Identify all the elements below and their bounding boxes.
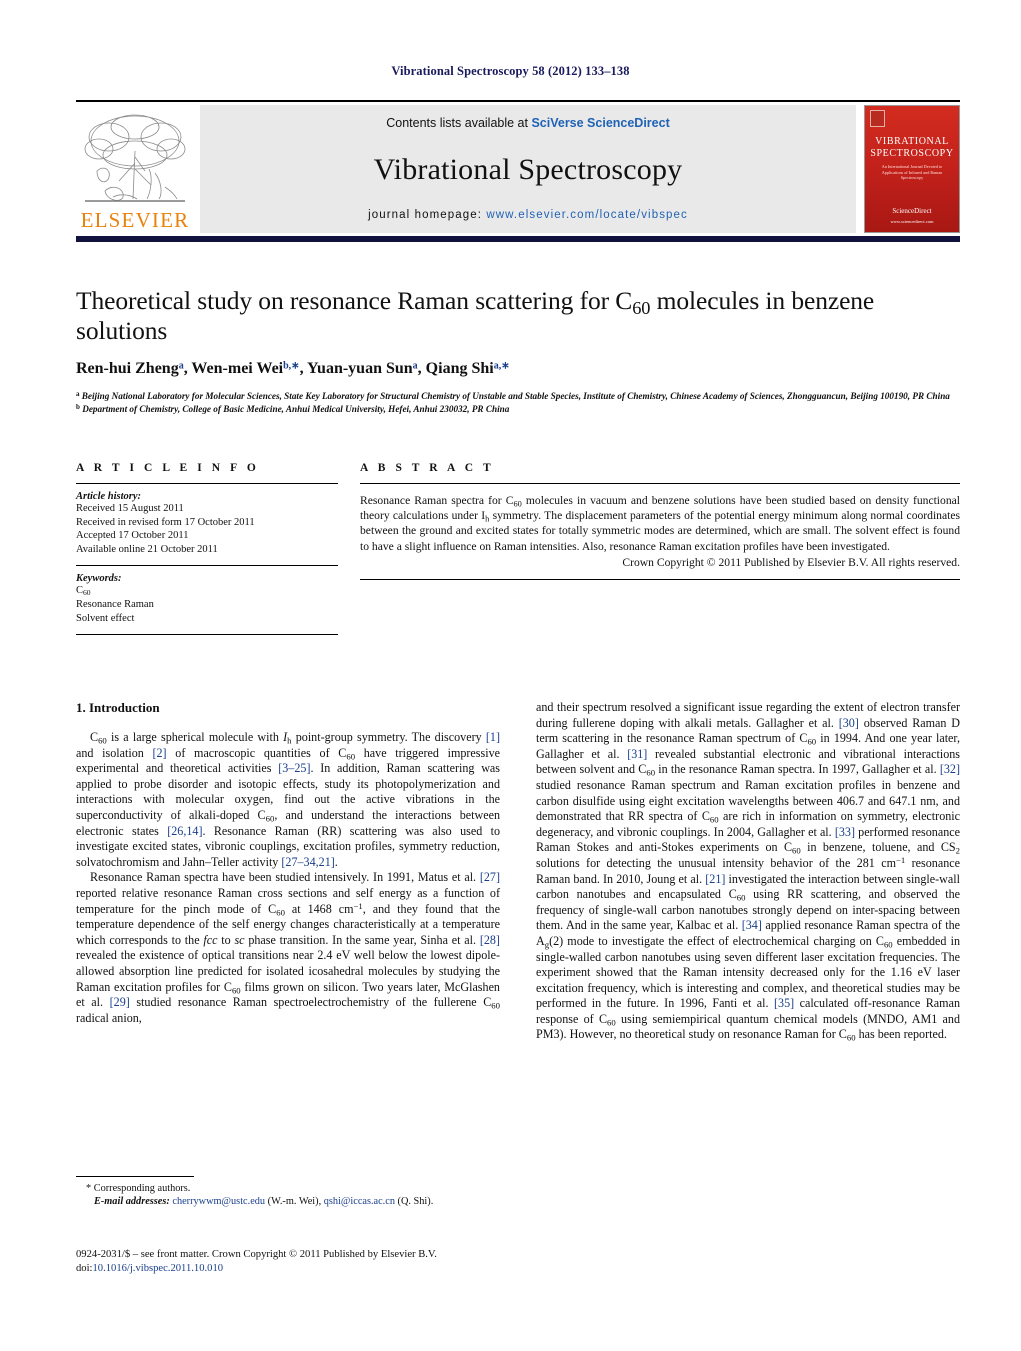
cover-elsevier-mark-icon [870, 110, 885, 127]
keywords-label: Keywords: [76, 573, 122, 585]
corresponding-author-note: * Corresponding authors. [86, 1183, 191, 1194]
affiliation-b: b Department of Chemistry, College of Ba… [76, 402, 510, 414]
body-column-gap [500, 700, 536, 1043]
elsevier-tree-icon [84, 114, 186, 202]
article-page: Vibrational Spectroscopy 58 (2012) 133–1… [0, 0, 1021, 1351]
footnote-rule [76, 1176, 194, 1177]
body-column-left: 1. Introduction C60 is a large spherical… [76, 700, 500, 1043]
cover-subtitle: An International Journal Devoted to Appl… [881, 164, 943, 180]
article-info-heading: A R T I C L E I N F O [76, 462, 260, 474]
keyword-item-1: Resonance Raman [76, 598, 154, 610]
keyword-item-2: Solvent effect [76, 612, 135, 624]
affiliation-a: a Beijing National Laboratory for Molecu… [76, 389, 950, 401]
elsevier-logo: ELSEVIER [76, 105, 194, 233]
email-owner-2: (Q. Shi). [397, 1196, 434, 1208]
imprint-front-matter: 0924-2031/$ – see front matter. Crown Co… [76, 1249, 437, 1260]
affiliation-list: a Beijing National Laboratory for Molecu… [76, 390, 960, 415]
cover-title: VIBRATIONAL SPECTROSCOPY [865, 136, 959, 160]
email-owner-1: (W.-m. Wei) [267, 1196, 319, 1208]
contents-prefix: Contents lists available at [386, 116, 532, 130]
paragraph-intro-2: Resonance Raman spectra have been studie… [76, 870, 500, 1025]
imprint-block: 0924-2031/$ – see front matter. Crown Co… [76, 1248, 676, 1276]
cover-title-line2: SPECTROSCOPY [870, 148, 954, 159]
abstract-heading: A B S T R A C T [360, 462, 495, 474]
article-info-rule-3 [76, 634, 338, 636]
journal-cover-thumbnail[interactable]: VIBRATIONAL SPECTROSCOPY An Internationa… [864, 105, 960, 233]
doi-label: doi: [76, 1263, 93, 1274]
keyword-item-0: C60 [76, 585, 91, 598]
section-heading-introduction: 1. Introduction [76, 700, 160, 715]
journal-homepage-line: journal homepage: www.elsevier.com/locat… [368, 209, 688, 221]
cover-title-line1: VIBRATIONAL [875, 136, 949, 147]
cover-footer-url: www.sciencedirect.com [890, 219, 934, 224]
email-link-1[interactable]: cherrywwm@ustc.edu [172, 1196, 265, 1207]
masthead-bottom-rule [76, 236, 960, 242]
history-accepted: Accepted 17 October 2011 [76, 530, 189, 542]
author-list: Ren-hui Zhenga, Wen-mei Weib,∗, Yuan-yua… [76, 360, 510, 377]
body-columns: 1. Introduction C60 is a large spherical… [76, 700, 960, 1043]
info-abstract-region: A R T I C L E I N F O Article history: R… [76, 462, 960, 636]
journal-masthead: ELSEVIER Contents lists available at Sci… [76, 100, 960, 242]
cover-sciencedirect-label: ScienceDirect [892, 207, 932, 215]
history-revised: Received in revised form 17 October 2011 [76, 516, 255, 528]
journal-title: Vibrational Spectroscopy [373, 152, 683, 186]
title-block: Theoretical study on resonance Raman sca… [76, 286, 960, 415]
email-label: E-mail addresses: [94, 1196, 170, 1208]
keywords-group: Keywords: C60 Resonance Raman Solvent ef… [76, 566, 338, 634]
homepage-prefix: journal homepage: [368, 209, 487, 221]
email-note: E-mail addresses: cherrywwm@ustc.edu (W.… [94, 1196, 434, 1208]
running-head: Vibrational Spectroscopy 58 (2012) 133–1… [391, 64, 630, 78]
history-online: Available online 21 October 2011 [76, 543, 218, 555]
column-gap [338, 462, 360, 635]
doi-value[interactable]: 10.1016/j.vibspec.2011.10.010 [92, 1263, 223, 1274]
article-history-group: Article history: Received 15 August 2011… [76, 484, 338, 565]
history-received: Received 15 August 2011 [76, 503, 184, 514]
paragraph-intro-3: and their spectrum resolved a significan… [536, 700, 961, 1043]
contents-available-line: Contents lists available at SciVerse Sci… [386, 116, 670, 130]
abstract-column: A B S T R A C T Resonance Raman spectra … [360, 462, 960, 635]
article-info-column: A R T I C L E I N F O Article history: R… [76, 462, 338, 636]
page-title: Theoretical study on resonance Raman sca… [76, 286, 875, 345]
elsevier-wordmark: ELSEVIER [80, 208, 190, 232]
homepage-url-link[interactable]: www.elsevier.com/locate/vibspec [486, 209, 688, 221]
abstract-rule-bottom [360, 578, 960, 580]
sciencedirect-link[interactable]: SciVerse ScienceDirect [531, 116, 669, 130]
body-column-right: and their spectrum resolved a significan… [536, 700, 960, 1043]
paragraph-intro-1: C60 is a large spherical molecule with I… [76, 730, 501, 869]
masthead-top-rule [76, 100, 960, 102]
imprint-doi: doi:10.1016/j.vibspec.2011.10.010 [76, 1262, 676, 1276]
abstract-copyright: Crown Copyright © 2011 Published by Else… [622, 555, 960, 569]
email-link-2[interactable]: qshi@iccas.ac.cn [324, 1196, 395, 1207]
abstract-text: Resonance Raman spectra for C60 molecule… [360, 494, 960, 553]
masthead-center-panel: Contents lists available at SciVerse Sci… [200, 105, 856, 233]
article-history-label: Article history: [76, 491, 142, 502]
footnote-block: * Corresponding authors. E-mail addresse… [76, 1176, 500, 1209]
